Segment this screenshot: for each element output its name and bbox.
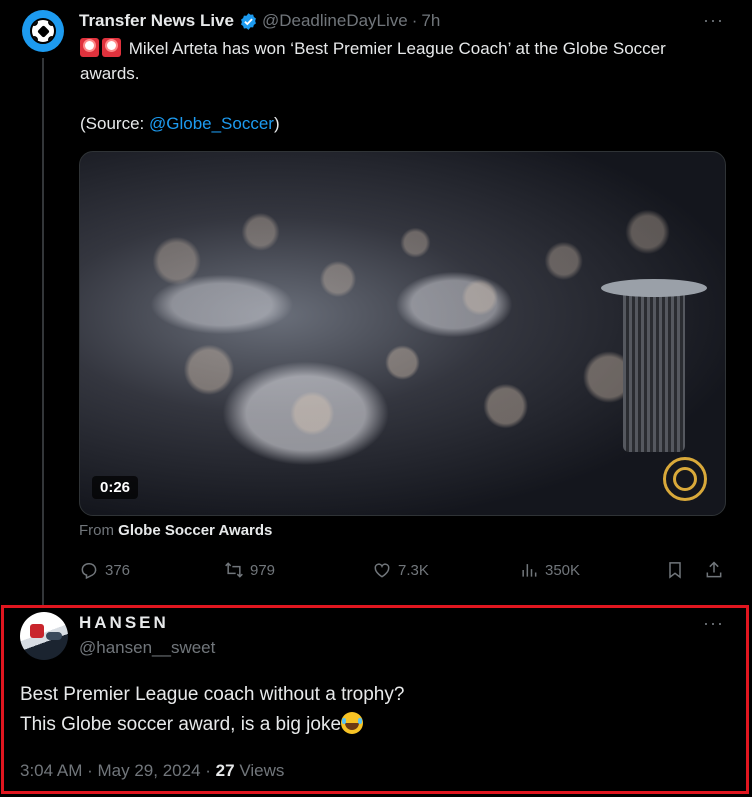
reply-views-label: Views [234, 761, 285, 780]
reply-line-2: This Globe soccer award, is a big joke [20, 714, 342, 735]
reply-display-name[interactable]: HANSEN [79, 613, 169, 633]
reply-time[interactable]: 3:04 AM [20, 761, 82, 780]
bookmark-button[interactable] [665, 557, 685, 583]
retweet-icon [225, 562, 243, 578]
share-button[interactable] [704, 557, 724, 583]
bookmark-icon [669, 562, 681, 579]
reply-icon [81, 563, 97, 580]
tweet-time[interactable]: 7h [421, 11, 440, 31]
more-options-icon[interactable]: ··· [703, 10, 724, 31]
reply-views-count: 27 [215, 761, 235, 780]
source-prefix: (Source: [80, 114, 149, 133]
tweet-actions: 376 979 7.3K 350K [79, 557, 726, 583]
avatar-hansen[interactable] [20, 612, 68, 660]
reply-count: 376 [105, 561, 131, 579]
tweet-text: Mikel Arteta has won ‘Best Premier Leagu… [80, 36, 700, 136]
separator-dot: · [87, 761, 93, 780]
retweet-count: 979 [250, 561, 276, 579]
reply-text: Best Premier League coach without a trop… [20, 680, 404, 740]
tweet-body: Mikel Arteta has won ‘Best Premier Leagu… [80, 39, 666, 83]
reply-date[interactable]: May 29, 2024 [98, 761, 201, 780]
source-suffix: ) [273, 114, 280, 133]
video-source-attribution: From Globe Soccer Awards [79, 522, 272, 539]
tweet-header: Transfer News Live @DeadlineDayLive · 7h [79, 10, 440, 32]
reply-line-1: Best Premier League coach without a trop… [20, 684, 405, 705]
thread-connector-line [42, 58, 44, 606]
reply-user-handle[interactable]: @hansen__sweet [79, 638, 215, 658]
video-thumbnail-heater [601, 279, 707, 452]
avatar-transfer-news-live[interactable] [22, 10, 64, 52]
source-mention-link[interactable]: @Globe_Soccer [149, 114, 274, 133]
views-button[interactable]: 350K [519, 557, 580, 583]
user-handle[interactable]: @DeadlineDayLive [262, 11, 408, 31]
from-source-link[interactable]: Globe Soccer Awards [118, 522, 272, 539]
laughing-tears-emoji [341, 712, 364, 734]
soccer-ball-icon [30, 18, 56, 44]
video-player[interactable]: 0:26 [79, 151, 726, 516]
reply-button[interactable]: 376 [79, 557, 130, 583]
share-icon [706, 561, 722, 578]
retweet-button[interactable]: 979 [224, 557, 275, 583]
separator-dot: · [411, 11, 418, 30]
video-duration: 0:26 [92, 476, 139, 499]
reply-metadata: 3:04 AM · May 29, 2024 · 27 Views [20, 761, 284, 781]
reply-more-options-icon[interactable]: ··· [703, 613, 724, 634]
like-count: 7.3K [398, 561, 429, 579]
display-name[interactable]: Transfer News Live [79, 11, 234, 31]
views-count: 350K [545, 561, 581, 579]
siren-icon [102, 38, 121, 57]
separator-dot: · [205, 761, 211, 780]
views-icon [522, 564, 537, 577]
like-button[interactable]: 7.3K [372, 557, 429, 583]
verified-badge-icon [241, 12, 256, 30]
globe-soccer-logo-icon [663, 457, 707, 501]
like-icon [374, 563, 390, 578]
from-prefix: From [79, 522, 119, 539]
siren-icon [80, 38, 99, 57]
